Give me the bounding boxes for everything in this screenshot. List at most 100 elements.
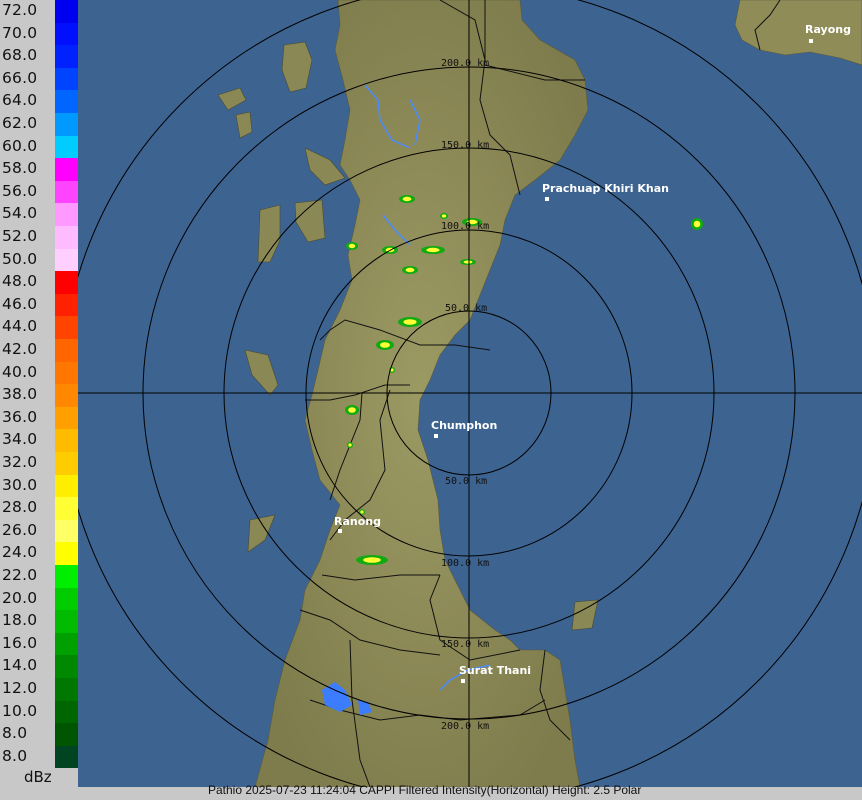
legend-level: 10.0 xyxy=(0,700,78,724)
footer-text: Pathio 2025-07-23 11:24:04 CAPPI Filtere… xyxy=(208,783,642,797)
legend-level: 26.0 xyxy=(0,519,78,543)
range-label-north-200: 200.0 km xyxy=(441,58,489,69)
legend-swatch xyxy=(55,723,78,746)
rain-cell-core xyxy=(348,243,356,249)
legend-label: 28.0 xyxy=(2,498,38,517)
legend-swatch xyxy=(55,45,78,68)
legend-swatch xyxy=(55,0,78,23)
legend-label: 54.0 xyxy=(2,204,38,223)
legend-level: 68.0 xyxy=(0,45,78,68)
legend-swatch xyxy=(55,293,78,317)
legend-swatch xyxy=(55,678,78,701)
legend-label: 26.0 xyxy=(2,520,38,539)
legend-label: 48.0 xyxy=(2,272,38,291)
rain-cell-core xyxy=(360,510,364,514)
legend-swatch xyxy=(55,90,78,113)
legend-level: 36.0 xyxy=(0,406,78,430)
legend-swatch xyxy=(55,384,78,407)
rain-cell-core xyxy=(403,319,417,325)
legend-label: 24.0 xyxy=(2,543,38,562)
legend-swatch xyxy=(55,361,78,385)
radar-screen: 72.0 70.0 68.0 66.0 64.0 62.0 60.0 58.0 56.0 54.0… xyxy=(0,0,862,800)
legend-level: 12.0 xyxy=(0,678,78,701)
rain-cell-core xyxy=(380,342,390,348)
legend-label: 46.0 xyxy=(2,294,38,313)
legend-label: 70.0 xyxy=(2,23,38,42)
legend-swatch xyxy=(55,248,78,272)
legend-swatch xyxy=(55,316,78,339)
status-footer: Pathio 2025-07-23 11:24:04 CAPPI Filtere… xyxy=(0,783,862,800)
legend-label: 44.0 xyxy=(2,317,38,336)
city-label-prachuap: Prachuap Khiri Khan xyxy=(542,182,669,195)
legend-label: 18.0 xyxy=(2,611,38,630)
legend-swatch xyxy=(55,406,78,430)
rain-cell-core xyxy=(693,220,701,228)
legend-level: 20.0 xyxy=(0,587,78,611)
legend-swatch xyxy=(55,700,78,724)
legend-label: 10.0 xyxy=(2,701,38,720)
legend-level: 66.0 xyxy=(0,67,78,91)
range-label-south-50: 50.0 km xyxy=(445,476,487,487)
legend-level: 64.0 xyxy=(0,90,78,113)
legend-level: 18.0 xyxy=(0,610,78,633)
legend-swatch xyxy=(55,429,78,452)
legend-level: 62.0 xyxy=(0,113,78,136)
legend-label: 8.0 xyxy=(2,746,28,765)
legend-swatch xyxy=(55,519,78,543)
legend-level: 8.0 xyxy=(0,723,78,746)
legend-label: 22.0 xyxy=(2,566,38,584)
legend-label: 66.0 xyxy=(2,68,38,87)
range-label-north-50: 50.0 km xyxy=(445,303,487,314)
legend-swatch xyxy=(55,565,78,588)
legend-label: 52.0 xyxy=(2,227,38,245)
rain-cell-core xyxy=(348,443,352,447)
legend-swatch xyxy=(55,474,78,498)
legend-level: 58.0 xyxy=(0,158,78,181)
legend-level: 24.0 xyxy=(0,542,78,565)
legend-level: 52.0 xyxy=(0,226,78,249)
rain-cell-core xyxy=(363,557,381,563)
legend-swatch xyxy=(55,497,78,520)
legend-level: 22.0 xyxy=(0,565,78,588)
legend-label: 20.0 xyxy=(2,588,38,607)
legend-swatch xyxy=(55,655,78,678)
legend-level: 44.0 xyxy=(0,316,78,339)
city-dot-chumphon xyxy=(434,434,438,438)
legend-label: 68.0 xyxy=(2,46,38,65)
rain-cell-core xyxy=(405,267,415,273)
city-label-rayong: Rayong xyxy=(805,23,851,36)
legend-label: 8.0 xyxy=(2,724,28,743)
legend-level: 32.0 xyxy=(0,452,78,475)
legend-label: 38.0 xyxy=(2,385,38,404)
legend-swatch xyxy=(55,271,78,294)
range-label-north-150: 150.0 km xyxy=(441,140,489,151)
legend-swatch xyxy=(55,203,78,226)
legend-label: 40.0 xyxy=(2,362,38,381)
city-dot-prachuap xyxy=(545,197,549,201)
legend-swatch xyxy=(55,610,78,633)
range-label-south-150: 150.0 km xyxy=(441,639,489,650)
legend-label: 64.0 xyxy=(2,91,38,110)
legend-swatch xyxy=(55,452,78,475)
legend-label: 58.0 xyxy=(2,159,38,178)
rain-cell-core xyxy=(463,260,473,264)
legend-swatch xyxy=(55,67,78,91)
range-label-south-200: 200.0 km xyxy=(441,721,489,732)
legend-label: 62.0 xyxy=(2,114,38,132)
legend-level: 54.0 xyxy=(0,203,78,226)
legend-label: 72.0 xyxy=(2,1,38,19)
legend-level: 42.0 xyxy=(0,339,78,362)
legend-swatch xyxy=(55,226,78,249)
dbz-legend: 72.0 70.0 68.0 66.0 64.0 62.0 60.0 58.0 56.0 54.0… xyxy=(0,0,78,787)
legend-label: 14.0 xyxy=(2,656,38,675)
legend-level: 28.0 xyxy=(0,497,78,520)
legend-level: 8.0 xyxy=(0,745,78,769)
legend-level: 50.0 xyxy=(0,248,78,272)
city-dot-rayong xyxy=(809,39,813,43)
range-label-south-100: 100.0 km xyxy=(441,558,489,569)
city-dot-ranong xyxy=(338,529,342,533)
legend-label: 16.0 xyxy=(2,633,38,652)
legend-label: 36.0 xyxy=(2,407,38,426)
legend-label: 34.0 xyxy=(2,430,38,449)
range-label-north-100: 100.0 km xyxy=(441,221,489,232)
